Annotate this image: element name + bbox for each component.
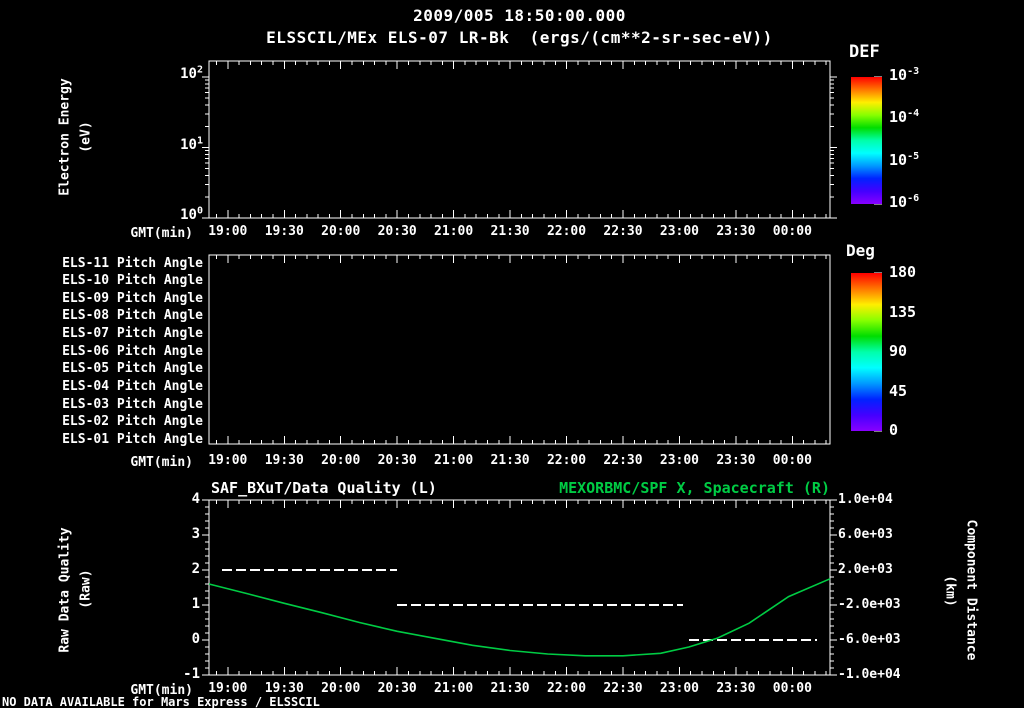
pitch-gmt-label: GMT(min) — [130, 455, 193, 470]
x-tick-label: 22:00 — [546, 453, 587, 468]
x-tick-label: 19:00 — [208, 681, 248, 696]
x-tick-label: 21:00 — [434, 453, 474, 468]
x-tick-label: 21:30 — [490, 681, 530, 696]
quality-ytick-label: 4 — [191, 491, 200, 507]
x-tick-label: 21:30 — [490, 453, 530, 468]
deg-tick-label: 45 — [889, 381, 908, 400]
distance-axis-unit: (km) — [942, 575, 958, 607]
plot-screen: 2009/005 18:50:00.000 ELSSCIL/MEx ELS-07… — [0, 0, 1024, 708]
no-data-message: NO DATA AVAILABLE for Mars Express / ELS… — [2, 695, 320, 708]
distance-axis-label: Component Distance — [963, 519, 979, 661]
x-tick-label: 20:30 — [377, 224, 417, 239]
pitch-row-label: ELS-09 Pitch Angle — [62, 290, 203, 306]
x-tick-label: 00:00 — [772, 681, 812, 696]
x-tick-label: 21:30 — [490, 224, 530, 239]
x-tick-label: 19:30 — [264, 681, 304, 696]
deg-tick-label: 90 — [889, 342, 908, 360]
energy-ytick-label: 101 — [180, 134, 203, 153]
x-tick-label: 19:30 — [264, 224, 304, 239]
x-tick-label: 23:00 — [659, 224, 700, 239]
x-tick-label: 00:00 — [772, 224, 812, 239]
quality-ytick-label: 2 — [191, 561, 200, 577]
quality-ytick-label: 1 — [191, 596, 200, 612]
x-tick-label: 22:30 — [603, 453, 643, 468]
pitch-row-label: ELS-05 Pitch Angle — [62, 361, 203, 377]
deg-colorbar — [851, 273, 882, 431]
x-tick-label: 20:00 — [321, 681, 361, 696]
distance-ytick-label: 6.0e+03 — [838, 527, 893, 542]
quality-ytick-label: -1 — [183, 666, 200, 682]
x-tick-label: 22:00 — [546, 224, 587, 239]
def-tick-label: 10-3 — [889, 66, 920, 84]
energy-axis-label: Electron Energy — [57, 78, 73, 196]
spacecraft-right-title: MEXORBMC/SPF X, Spacecraft (R) — [559, 479, 830, 497]
x-tick-label: 23:00 — [659, 681, 700, 696]
distance-ytick-label: 1.0e+04 — [838, 492, 893, 507]
x-tick-label: 00:00 — [772, 453, 812, 468]
pitch-row-label: ELS-10 Pitch Angle — [62, 273, 203, 289]
energy-ytick-label: 102 — [180, 64, 203, 82]
pitch-row-label: ELS-11 Pitch Angle — [62, 255, 203, 271]
pitch-row-label: ELS-01 Pitch Angle — [62, 432, 203, 447]
x-tick-label: 20:00 — [321, 453, 361, 468]
x-tick-label: 23:30 — [716, 453, 756, 468]
quality-axis-unit: (Raw) — [78, 569, 94, 609]
distance-ytick-label: -1.0e+04 — [838, 667, 901, 682]
x-tick-label: 23:00 — [659, 453, 700, 468]
x-tick-label: 22:30 — [603, 681, 643, 696]
pitch-row-label: ELS-04 Pitch Angle — [62, 379, 203, 394]
deg-tick-label: 135 — [889, 302, 917, 321]
x-tick-label: 20:30 — [377, 453, 417, 468]
x-tick-label: 21:00 — [434, 224, 474, 239]
x-tick-label: 23:30 — [716, 681, 756, 696]
def-tick-label: 10-6 — [889, 193, 920, 211]
pitch-row-label: ELS-06 Pitch Angle — [62, 343, 203, 359]
deg-colorbar-title: Deg — [846, 241, 875, 260]
x-tick-label: 19:00 — [208, 224, 248, 239]
distance-ytick-label: -6.0e+03 — [838, 632, 901, 647]
deg-tick-label: 0 — [889, 421, 899, 439]
x-tick-label: 20:30 — [377, 681, 417, 696]
def-colorbar-title: DEF — [849, 42, 880, 62]
pitch-row-label: ELS-07 Pitch Angle — [62, 326, 203, 342]
energy-axis-unit: (eV) — [78, 121, 94, 153]
x-tick-label: 19:30 — [264, 453, 304, 468]
def-tick-label: 10-4 — [889, 108, 920, 127]
x-tick-label: 21:00 — [434, 681, 474, 696]
energy-gmt-label: GMT(min) — [130, 226, 193, 241]
x-tick-label: 20:00 — [321, 224, 361, 239]
def-colorbar — [851, 77, 882, 204]
deg-tick-label: 180 — [889, 263, 917, 281]
pitch-row-label: ELS-08 Pitch Angle — [62, 308, 203, 324]
quality-axis-label: Raw Data Quality — [57, 527, 73, 653]
x-tick-label: 19:00 — [208, 453, 248, 468]
x-tick-label: 23:30 — [716, 224, 756, 239]
def-tick-label: 10-5 — [889, 150, 920, 169]
pitch-row-label: ELS-02 Pitch Angle — [62, 414, 203, 430]
pitch-row-label: ELS-03 Pitch Angle — [62, 396, 203, 412]
distance-ytick-label: 2.0e+03 — [838, 562, 893, 577]
quality-ytick-label: 3 — [191, 526, 200, 542]
x-tick-label: 22:30 — [603, 224, 643, 239]
distance-ytick-label: -2.0e+03 — [838, 597, 901, 612]
quality-ytick-label: 0 — [191, 631, 200, 647]
energy-ytick-label: 100 — [180, 205, 203, 223]
x-tick-label: 22:00 — [546, 681, 587, 696]
